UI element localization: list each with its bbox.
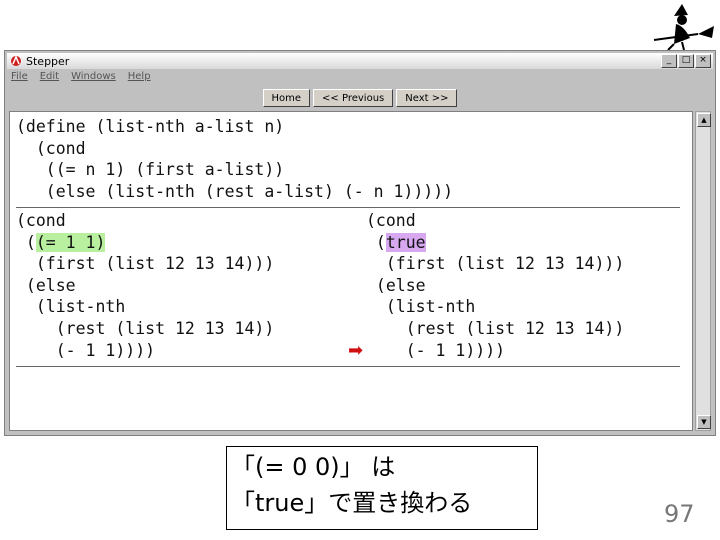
menu-file[interactable]: File — [11, 71, 28, 85]
caption-box: 「(= 0 0)」 は 「true」で置き換わる — [226, 446, 538, 530]
previous-button[interactable]: << Previous — [313, 89, 394, 107]
before-line: (- 1 1)))) — [16, 340, 156, 360]
before-line: (else — [16, 275, 76, 295]
after-line: (- 1 1)))) — [366, 340, 506, 360]
scroll-up-icon[interactable]: ▲ — [697, 113, 711, 127]
after-highlight: true — [385, 232, 426, 252]
maximize-icon[interactable]: □ — [678, 54, 694, 68]
app-icon — [11, 55, 21, 66]
witch-logo-icon — [653, 4, 714, 51]
next-button[interactable]: Next >> — [396, 89, 458, 107]
home-button[interactable]: Home — [262, 89, 311, 107]
vertical-scrollbar[interactable]: ▲ ▼ — [695, 111, 711, 431]
before-line: (list-nth — [16, 297, 126, 317]
page-number: 97 — [664, 500, 695, 528]
before-expression: (cond ((= 1 1) (first (list 12 13 14))) … — [16, 210, 274, 361]
minimize-icon[interactable]: _ — [661, 54, 677, 68]
caption-line-1: 「(= 0 0)」 は — [231, 453, 396, 481]
before-line: (rest (list 12 13 14)) — [16, 318, 275, 338]
after-line: (first (list 12 13 14))) — [366, 254, 625, 274]
after-expression: (cond (true (first (list 12 13 14))) (el… — [366, 210, 624, 361]
definition-line: (define (list-nth a-list n) — [16, 117, 285, 136]
reduction-arrow-icon: ➡ — [348, 340, 364, 361]
after-line: (rest (list 12 13 14)) — [366, 318, 625, 338]
after-line: ( — [366, 232, 386, 252]
divider-top — [16, 207, 680, 208]
before-line: (cond — [16, 211, 66, 230]
stepper-window: Stepper _ □ × File Edit Windows Help Hom… — [4, 50, 716, 436]
definition-code: (define (list-nth a-list n) (cond ((= n … — [16, 116, 453, 202]
window-title: Stepper — [26, 54, 70, 68]
scroll-down-icon[interactable]: ▼ — [697, 415, 711, 429]
definition-line: ((= n 1) (first a-list)) — [16, 160, 285, 180]
definition-line: (cond — [16, 138, 86, 158]
after-line: (list-nth — [366, 297, 476, 317]
after-line: (else — [366, 275, 426, 295]
divider-bottom — [16, 366, 680, 367]
after-line: (cond — [366, 211, 416, 230]
before-line: (first (list 12 13 14))) — [16, 254, 275, 274]
before-line: ( — [16, 232, 36, 252]
menu-help[interactable]: Help — [128, 71, 151, 85]
menu-bar: File Edit Windows Help — [11, 71, 151, 85]
close-icon[interactable]: × — [695, 54, 711, 68]
menu-edit[interactable]: Edit — [40, 71, 59, 85]
title-bar[interactable]: Stepper _ □ × — [7, 53, 713, 69]
definition-line: (else (list-nth (rest a-list) (- n 1))))… — [16, 181, 454, 201]
before-highlight: (= 1 1) — [35, 232, 106, 252]
stepper-content: (define (list-nth a-list n) (cond ((= n … — [9, 111, 693, 431]
caption-line-2: 「true」で置き換わる — [231, 489, 473, 517]
toolbar: Home << Previous Next >> — [5, 89, 715, 109]
menu-windows[interactable]: Windows — [71, 71, 116, 85]
